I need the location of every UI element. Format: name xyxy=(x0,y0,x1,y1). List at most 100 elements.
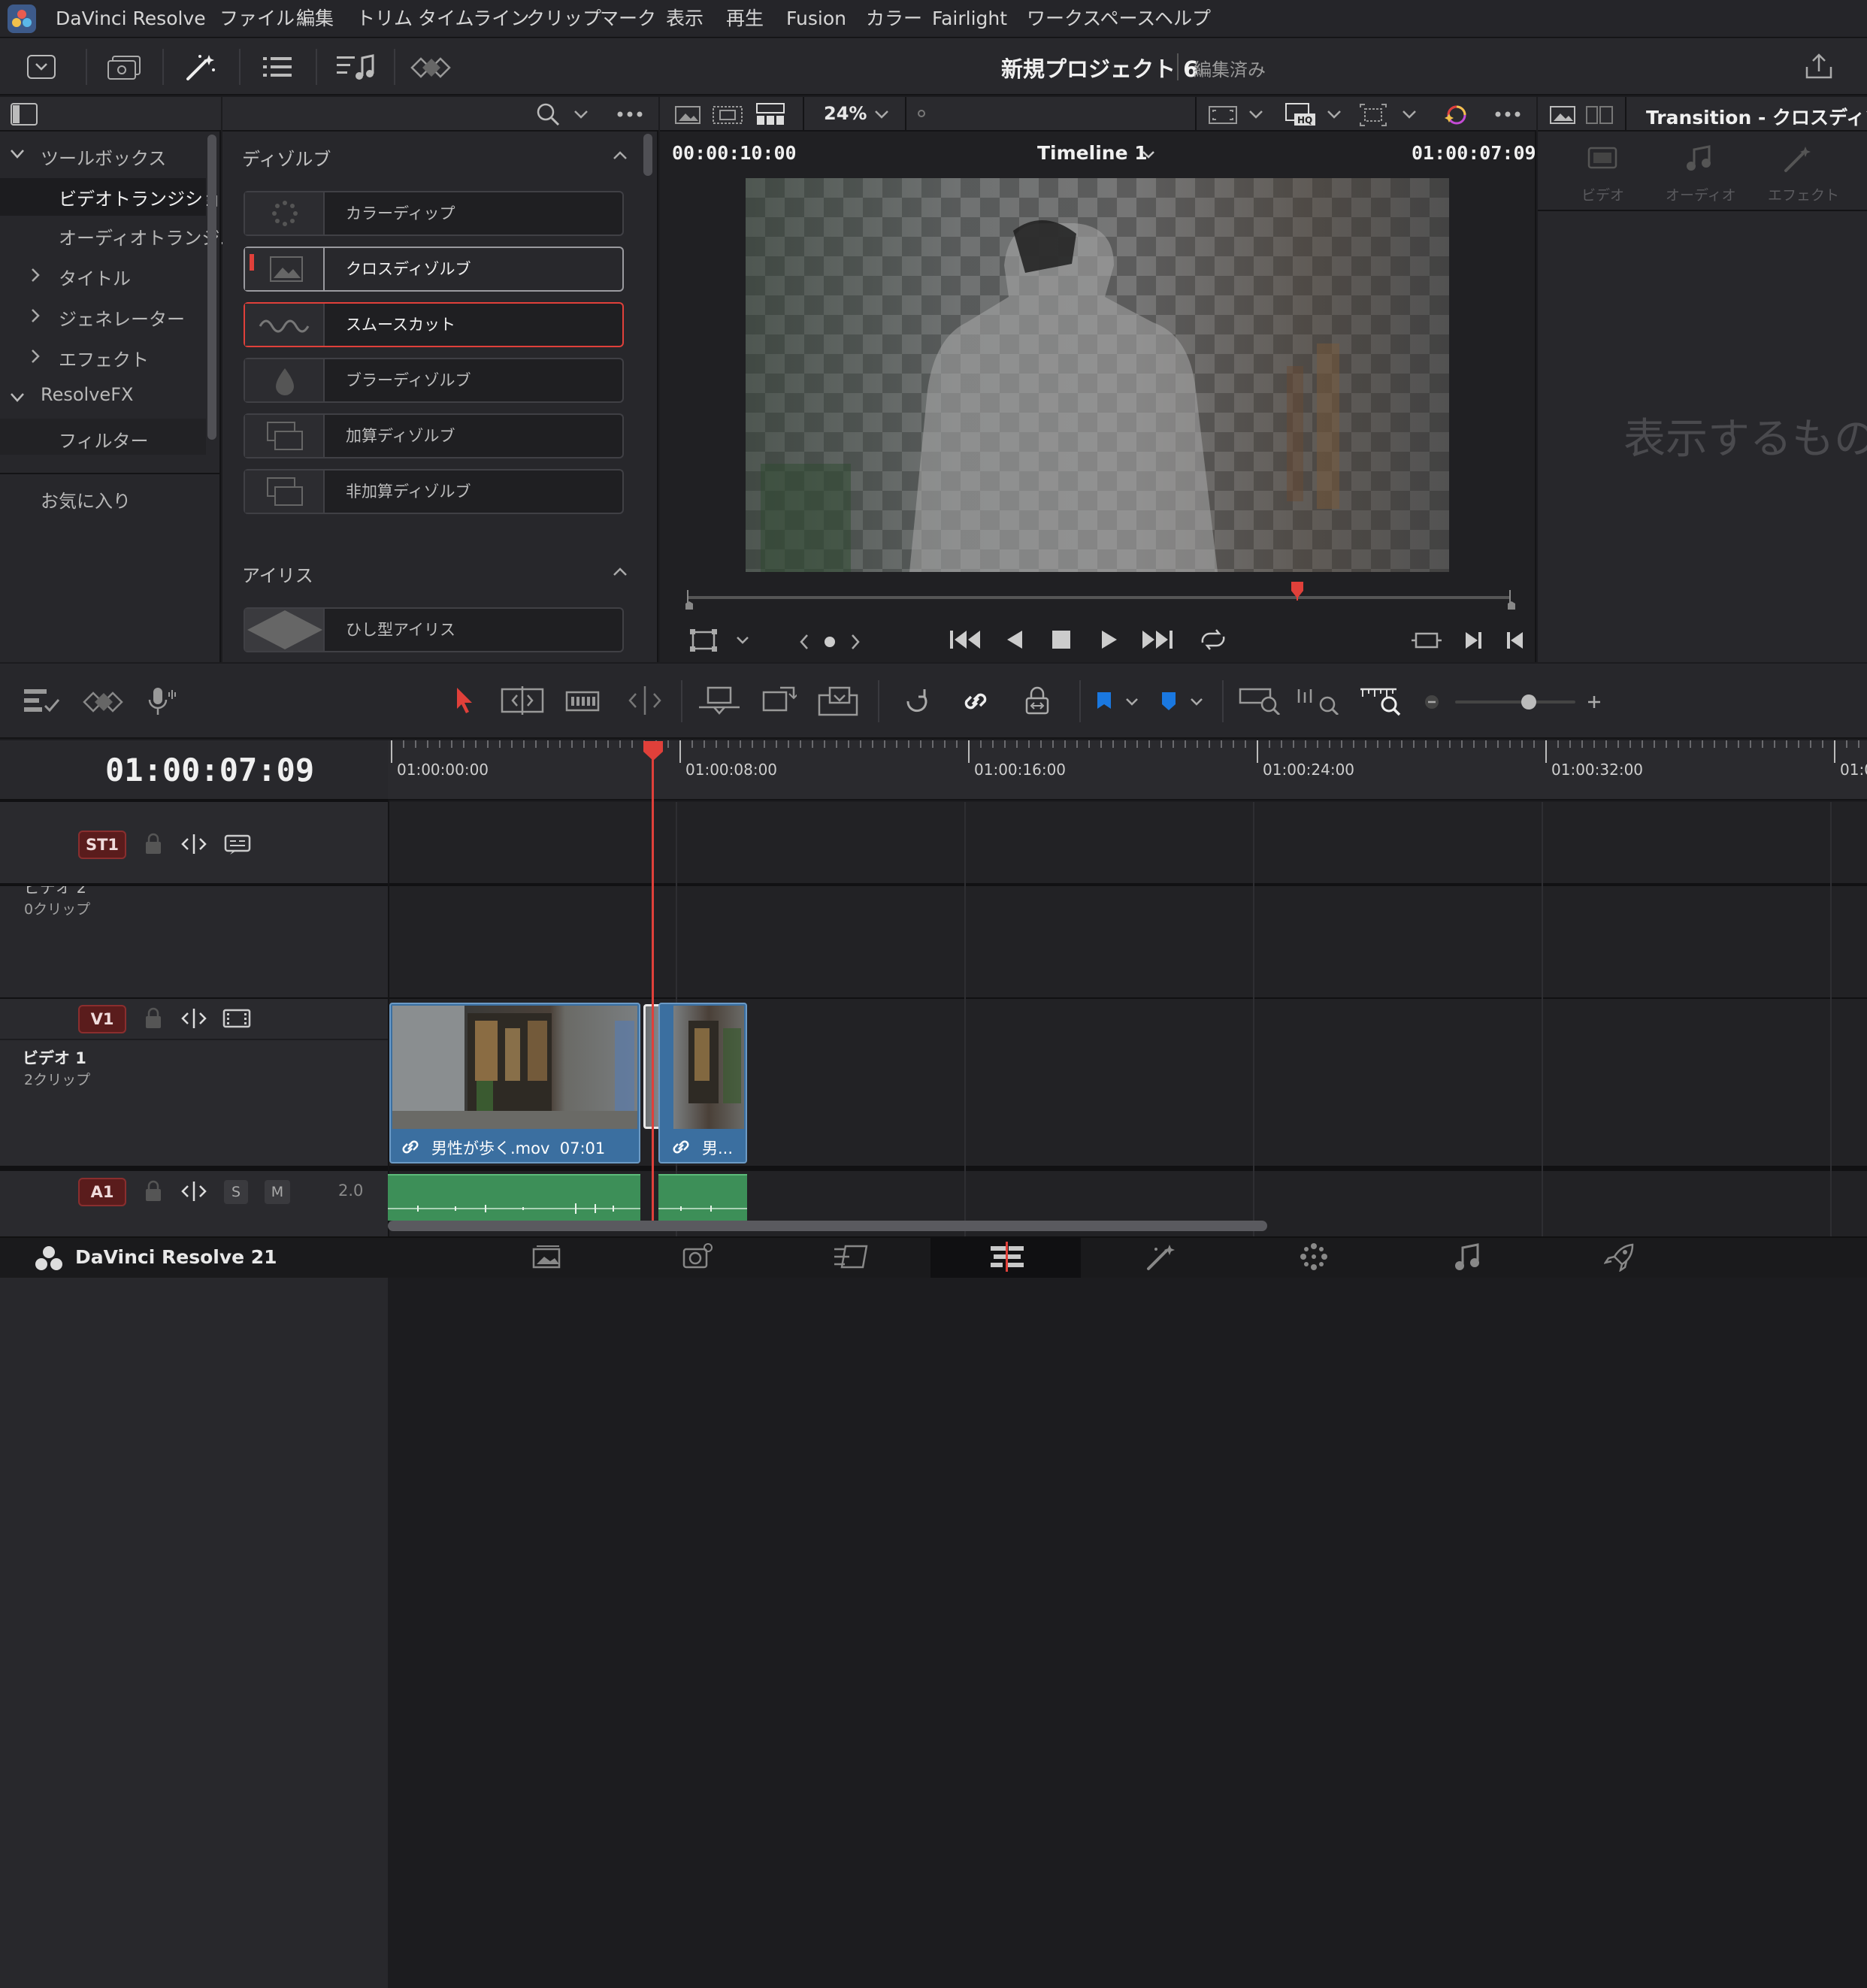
chevron-right-icon[interactable] xyxy=(30,267,41,283)
solo-button[interactable]: S xyxy=(224,1180,248,1204)
video-tab-icon[interactable] xyxy=(1587,145,1617,171)
chevron-down-icon[interactable] xyxy=(735,635,750,646)
timeline-playhead[interactable] xyxy=(652,752,654,1221)
go-to-end-icon[interactable] xyxy=(1141,628,1174,652)
inspector-toggle-icon[interactable] xyxy=(410,56,451,79)
edit-page-icon[interactable] xyxy=(833,1242,868,1272)
menu-playback[interactable]: 再生 xyxy=(726,0,764,38)
edit-timeline-page-icon[interactable] xyxy=(989,1242,1024,1272)
menu-mark[interactable]: マーク xyxy=(600,0,656,38)
menu-color[interactable]: カラー xyxy=(866,0,922,38)
menu-clip[interactable]: クリップ xyxy=(526,0,601,38)
chevron-right-icon[interactable] xyxy=(30,307,41,324)
subtitle-icon[interactable] xyxy=(224,834,251,855)
fx-blur-dissolve[interactable]: ブラーディゾルブ xyxy=(244,358,624,403)
split-view-icon[interactable] xyxy=(1586,104,1613,126)
zoom-slider-track[interactable] xyxy=(1455,700,1575,704)
grid-view-icon[interactable] xyxy=(756,103,785,126)
viewer-size-icon[interactable] xyxy=(1209,104,1237,126)
play-icon[interactable] xyxy=(1099,629,1118,650)
sidebar-scrollbar[interactable] xyxy=(207,135,216,440)
loop-icon[interactable] xyxy=(1197,628,1230,652)
flag-blue-icon[interactable] xyxy=(1096,691,1112,712)
menu-fusion[interactable]: Fusion xyxy=(786,0,846,38)
chevron-down-icon[interactable] xyxy=(573,109,589,120)
tab-video[interactable]: ビデオ xyxy=(1581,184,1624,204)
audio-tab-icon[interactable] xyxy=(1685,145,1712,172)
stop-icon[interactable] xyxy=(1051,629,1072,650)
quick-export-icon[interactable] xyxy=(1804,52,1834,80)
go-to-start-icon[interactable] xyxy=(949,628,982,652)
replace-clip-icon[interactable] xyxy=(818,685,861,716)
tree-generators[interactable]: ジェネレーター xyxy=(59,304,185,331)
audio-clip[interactable] xyxy=(388,1174,640,1221)
lock-icon[interactable] xyxy=(144,1180,162,1203)
zoom-out-icon[interactable] xyxy=(1424,694,1440,710)
chevron-down-icon[interactable] xyxy=(1326,109,1342,120)
tree-toolbox[interactable]: ツールボックス xyxy=(41,144,166,170)
chevron-down-icon[interactable] xyxy=(873,109,890,120)
tree-resolvefx[interactable]: ResolveFX xyxy=(41,384,133,405)
timeline-view-options-icon[interactable] xyxy=(23,688,62,715)
filmstrip-icon[interactable] xyxy=(713,104,743,126)
film-track-icon[interactable] xyxy=(222,1009,251,1028)
zoom-custom-icon[interactable] xyxy=(1359,686,1401,716)
menu-fairlight[interactable]: Fairlight xyxy=(932,0,1007,38)
mute-button[interactable]: M xyxy=(265,1180,290,1204)
timeline-scrollbar[interactable] xyxy=(388,1221,1267,1231)
timeline-name[interactable]: Timeline 1 xyxy=(1037,142,1148,164)
lock-icon[interactable] xyxy=(144,1007,162,1030)
menu-view[interactable]: 表示 xyxy=(666,0,704,38)
overwrite-clip-icon[interactable] xyxy=(762,685,797,715)
chevron-right-icon[interactable] xyxy=(30,348,41,365)
cut-page-icon[interactable] xyxy=(681,1242,714,1272)
auto-select-icon[interactable] xyxy=(180,834,207,854)
effects-scrollbar[interactable] xyxy=(643,134,652,176)
fx-color-dip[interactable]: カラーディップ xyxy=(244,191,624,236)
zoom-detail-icon[interactable] xyxy=(1297,688,1339,715)
track-badge-st1[interactable]: ST1 xyxy=(78,831,126,859)
fusion-page-icon[interactable] xyxy=(1145,1242,1179,1272)
menu-trim[interactable]: トリム xyxy=(356,0,413,38)
fx-smooth-cut[interactable]: スムースカット xyxy=(244,302,624,347)
more-options-icon[interactable] xyxy=(1494,110,1521,118)
fx-additive-dissolve[interactable]: 加算ディゾルブ xyxy=(244,413,624,458)
search-icon[interactable] xyxy=(535,101,561,127)
menu-workspace[interactable]: ワークスペース xyxy=(1027,0,1155,38)
video-clip[interactable]: 男... xyxy=(658,1003,747,1163)
tab-effects[interactable]: エフェクト xyxy=(1768,184,1839,204)
image-view-icon[interactable] xyxy=(675,104,701,126)
snapping-icon[interactable] xyxy=(902,688,930,715)
play-reverse-icon[interactable] xyxy=(1006,629,1025,650)
fairlight-page-icon[interactable] xyxy=(1451,1242,1484,1272)
insert-clip-icon[interactable] xyxy=(697,686,741,716)
tree-filters[interactable]: フィルター xyxy=(59,426,149,452)
position-lock-icon[interactable] xyxy=(1024,686,1051,716)
in-point-handle-icon[interactable] xyxy=(684,601,694,611)
fx-cross-dissolve[interactable]: クロスディゾルブ xyxy=(244,247,624,292)
more-options-icon[interactable] xyxy=(616,110,643,118)
scrubber-track[interactable] xyxy=(687,596,1511,599)
menu-app-name[interactable]: DaVinci Resolve xyxy=(56,0,206,38)
timeline-ruler[interactable] xyxy=(388,740,1867,800)
chevron-down-icon[interactable] xyxy=(1124,697,1139,707)
blade-tool-icon[interactable] xyxy=(624,686,666,715)
viewer-mode-icon[interactable] xyxy=(690,629,717,652)
zoom-slider-handle[interactable] xyxy=(1521,694,1536,710)
transition-toggle-icon[interactable] xyxy=(83,691,123,713)
selection-tool-icon[interactable] xyxy=(454,686,475,715)
next-edit-icon[interactable] xyxy=(1463,629,1484,652)
menu-timeline[interactable]: タイムライン xyxy=(418,0,529,38)
collapse-chevron-icon[interactable] xyxy=(612,567,628,577)
jog-control-icon[interactable] xyxy=(800,631,860,653)
match-frame-icon[interactable] xyxy=(1412,629,1442,652)
tab-audio[interactable]: オーディオ xyxy=(1666,184,1736,204)
effects-library-icon[interactable] xyxy=(185,52,218,82)
media-page-icon[interactable] xyxy=(531,1242,564,1272)
microphone-icon[interactable] xyxy=(147,686,177,716)
fx-diamond-iris[interactable]: ひし型アイリス xyxy=(244,607,624,652)
track-badge-a1[interactable]: A1 xyxy=(78,1178,126,1206)
auto-select-icon[interactable] xyxy=(180,1182,207,1201)
menu-edit[interactable]: 編集 xyxy=(296,0,334,38)
davinci-logo-icon[interactable] xyxy=(8,5,36,33)
